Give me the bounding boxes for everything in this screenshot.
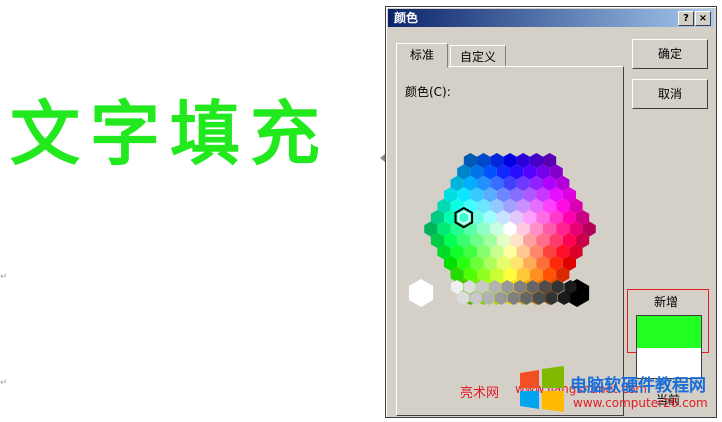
- watermark-sub-url: www.computer26.com: [573, 396, 708, 410]
- dialog-title: 颜色: [394, 11, 419, 25]
- title-bar[interactable]: 颜色 ? ×: [388, 9, 714, 27]
- new-color-label: 新增: [654, 295, 679, 309]
- new-color-swatch: [636, 315, 702, 349]
- document-area: 文字填充 ↵ ↵: [0, 0, 385, 422]
- tab-custom[interactable]: 自定义: [450, 45, 506, 68]
- watermark-title: 电脑软硬件教程网: [570, 376, 706, 396]
- windows-logo-icon: [520, 366, 564, 412]
- color-palette[interactable]: [397, 67, 623, 407]
- cancel-button[interactable]: 取消: [632, 79, 708, 109]
- watermark-site-name: 亮术网: [460, 386, 500, 401]
- color-dialog: 颜色 ? × 标准 自定义 颜色(C): 确定 取消 新增 当前: [385, 6, 717, 418]
- white-color-cell[interactable]: [408, 279, 434, 307]
- paragraph-mark-icon: ↵: [0, 378, 8, 388]
- ok-button[interactable]: 确定: [632, 39, 708, 69]
- help-button[interactable]: ?: [678, 11, 694, 26]
- tab-standard[interactable]: 标准: [396, 43, 448, 68]
- paragraph-mark-icon: ↵: [0, 272, 8, 282]
- standard-colors-panel: 颜色(C):: [396, 66, 624, 416]
- filled-text: 文字填充: [10, 92, 330, 175]
- close-button[interactable]: ×: [695, 11, 711, 26]
